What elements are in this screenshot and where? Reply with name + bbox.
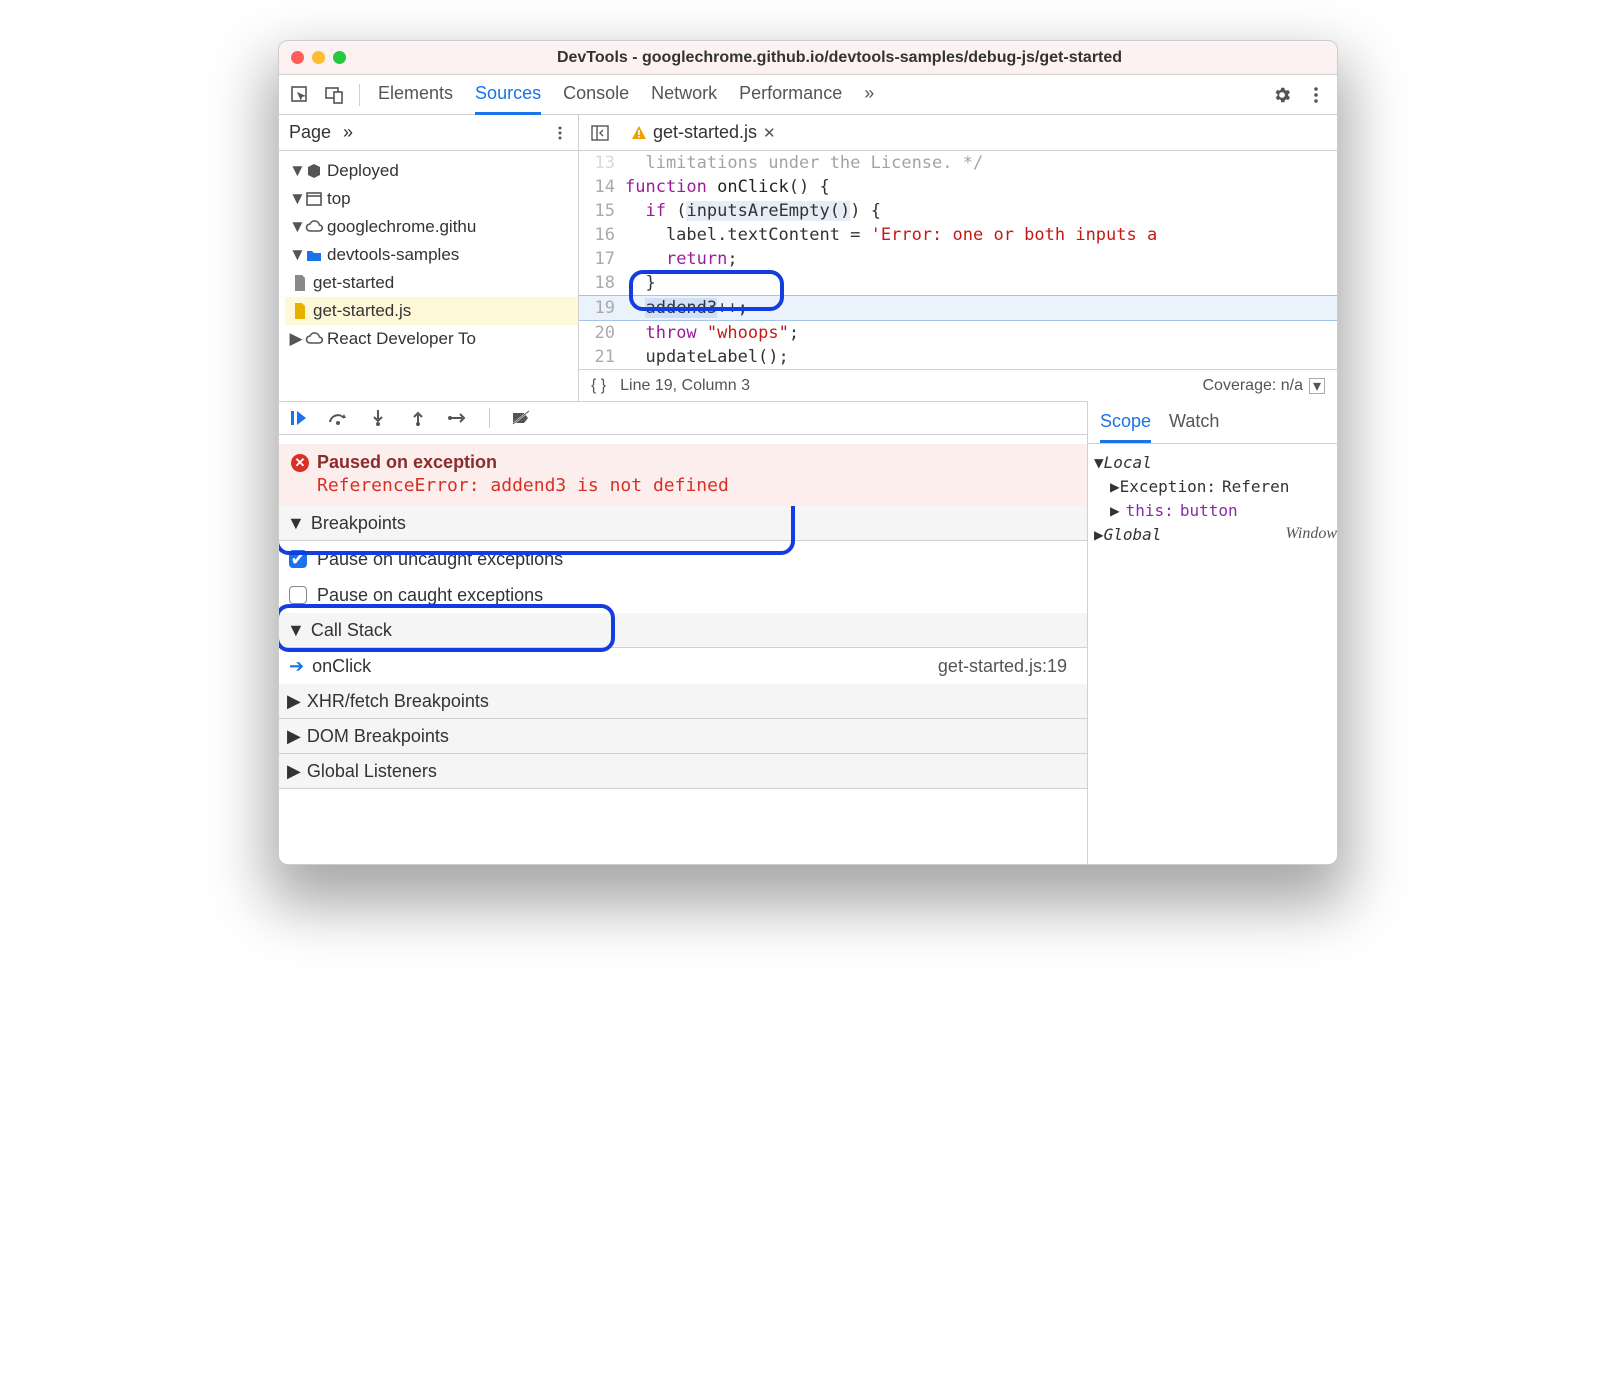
cloud-icon bbox=[303, 332, 325, 346]
scope-exception[interactable]: ▶Exception: Referen bbox=[1094, 474, 1337, 498]
file-tab-name: get-started.js bbox=[653, 122, 757, 143]
checkbox-caught[interactable] bbox=[289, 586, 307, 604]
sidebar-tabs: Scope Watch bbox=[1088, 401, 1337, 444]
frame-icon bbox=[303, 192, 325, 206]
step-icon[interactable] bbox=[447, 411, 469, 425]
current-frame-icon: ➔ bbox=[289, 656, 304, 677]
deactivate-breakpoints-icon[interactable] bbox=[510, 410, 532, 426]
traffic-lights bbox=[291, 51, 346, 64]
window-title: DevTools - googlechrome.github.io/devtoo… bbox=[354, 49, 1325, 67]
navigator-tab-page[interactable]: Page bbox=[289, 122, 331, 143]
zoom-window-button[interactable] bbox=[333, 51, 346, 64]
navigator-pane: Page » ▼Deployed ▼top ▼googlechrome.gith… bbox=[279, 115, 579, 401]
tab-overflow[interactable]: » bbox=[864, 74, 874, 115]
tree-react[interactable]: ▶React Developer To bbox=[285, 325, 578, 353]
settings-icon[interactable] bbox=[1267, 80, 1297, 110]
editor-pane: get-started.js ✕ 13 limitations under th… bbox=[579, 115, 1337, 401]
editor-statusbar: { } Line 19, Column 3 Coverage: n/a ▾ bbox=[579, 369, 1337, 401]
tab-network[interactable]: Network bbox=[651, 74, 717, 115]
js-file-icon bbox=[289, 303, 311, 319]
editor-tabs: get-started.js ✕ bbox=[579, 115, 1337, 151]
cursor-position: Line 19, Column 3 bbox=[620, 377, 750, 395]
panel-tabs: Elements Sources Console Network Perform… bbox=[378, 74, 874, 115]
separator bbox=[359, 84, 360, 106]
close-window-button[interactable] bbox=[291, 51, 304, 64]
device-toggle-icon[interactable] bbox=[319, 80, 349, 110]
titlebar: DevTools - googlechrome.github.io/devtoo… bbox=[279, 41, 1337, 75]
tab-watch[interactable]: Watch bbox=[1169, 407, 1219, 443]
scope-global[interactable]: ▶GlobalWindow bbox=[1094, 522, 1337, 546]
step-over-icon[interactable] bbox=[327, 410, 349, 426]
devtools-toolbar: Elements Sources Console Network Perform… bbox=[279, 75, 1337, 115]
file-tab[interactable]: get-started.js ✕ bbox=[623, 116, 784, 149]
folder-icon bbox=[303, 248, 325, 262]
sources-main: Page » ▼Deployed ▼top ▼googlechrome.gith… bbox=[279, 115, 1337, 401]
cube-icon bbox=[303, 163, 325, 179]
navigator-more-icon[interactable] bbox=[552, 125, 568, 141]
tree-deployed[interactable]: ▼Deployed bbox=[285, 157, 578, 185]
error-icon: ✕ bbox=[291, 454, 309, 472]
doc-icon bbox=[289, 275, 311, 291]
devtools-window: DevTools - googlechrome.github.io/devtoo… bbox=[278, 40, 1338, 865]
tab-performance[interactable]: Performance bbox=[739, 74, 842, 115]
highlight-bubble-code bbox=[629, 270, 784, 311]
step-out-icon[interactable] bbox=[407, 409, 429, 427]
pretty-print-icon[interactable]: { } bbox=[591, 377, 606, 395]
tab-scope[interactable]: Scope bbox=[1100, 407, 1151, 443]
code-editor[interactable]: 13 limitations under the License. */ 14f… bbox=[579, 151, 1337, 369]
cloud-icon bbox=[303, 220, 325, 234]
tab-elements[interactable]: Elements bbox=[378, 74, 453, 115]
tree-file-html[interactable]: get-started bbox=[285, 269, 578, 297]
coverage-status[interactable]: Coverage: n/a ▾ bbox=[1202, 377, 1325, 395]
navigator-header: Page » bbox=[279, 115, 578, 151]
debugger-lower: ✕ Paused on exception ReferenceError: ad… bbox=[279, 444, 1337, 864]
global-listeners-section[interactable]: ▶Global Listeners bbox=[279, 754, 1087, 788]
minimize-window-button[interactable] bbox=[312, 51, 325, 64]
tree-folder[interactable]: ▼devtools-samples bbox=[285, 241, 578, 269]
inspect-element-icon[interactable] bbox=[285, 80, 315, 110]
resume-icon[interactable] bbox=[287, 409, 309, 427]
chevron-down-icon: ▾ bbox=[1309, 378, 1325, 394]
tree-top[interactable]: ▼top bbox=[285, 185, 578, 213]
debugger-toolbar bbox=[279, 401, 1087, 435]
file-tree: ▼Deployed ▼top ▼googlechrome.githu ▼devt… bbox=[279, 151, 578, 359]
scope-pane: ▼Local ▶Exception: Referen ▶this: button… bbox=[1087, 444, 1337, 864]
paused-title: Paused on exception bbox=[317, 452, 497, 473]
tree-file-js[interactable]: get-started.js bbox=[285, 297, 578, 325]
close-tab-icon[interactable]: ✕ bbox=[763, 124, 776, 142]
tree-host[interactable]: ▼googlechrome.githu bbox=[285, 213, 578, 241]
dom-bp-section[interactable]: ▶DOM Breakpoints bbox=[279, 719, 1087, 753]
step-into-icon[interactable] bbox=[367, 409, 389, 427]
toggle-navigator-icon[interactable] bbox=[585, 118, 615, 148]
warning-icon bbox=[631, 125, 647, 141]
more-menu-icon[interactable] bbox=[1301, 80, 1331, 110]
scope-this[interactable]: ▶this: button bbox=[1094, 498, 1337, 522]
paused-banner: ✕ Paused on exception ReferenceError: ad… bbox=[279, 444, 1087, 506]
xhr-section[interactable]: ▶XHR/fetch Breakpoints bbox=[279, 684, 1087, 718]
debugger-panes: ✕ Paused on exception ReferenceError: ad… bbox=[279, 444, 1087, 864]
error-message: ReferenceError: addend3 is not defined bbox=[317, 475, 1075, 496]
tab-sources[interactable]: Sources bbox=[475, 74, 541, 115]
tab-console[interactable]: Console bbox=[563, 74, 629, 115]
highlight-bubble-checkbox bbox=[278, 604, 615, 652]
scope-local[interactable]: ▼Local bbox=[1094, 450, 1337, 474]
navigator-overflow[interactable]: » bbox=[343, 122, 353, 143]
callstack-frame[interactable]: ➔ onClick get-started.js:19 bbox=[279, 648, 1087, 684]
